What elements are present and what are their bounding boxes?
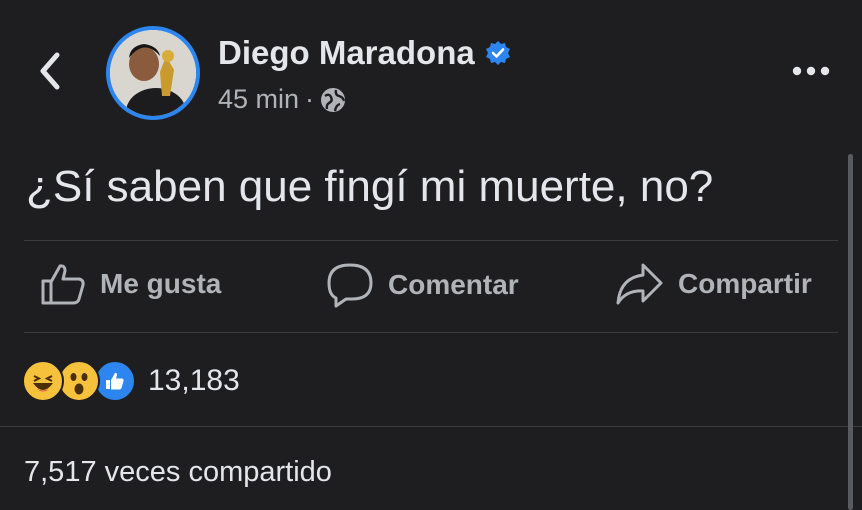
reaction-count: 13,183 [148,364,240,397]
share-label: Compartir [678,268,812,299]
reactions-summary[interactable]: 13,183 [22,360,240,402]
comment-bubble-icon [327,263,373,308]
divider [0,426,862,427]
back-button[interactable] [30,48,70,94]
author-name[interactable]: Diego Maradona [218,34,475,72]
like-button[interactable]: Me gusta [40,262,221,306]
meta-separator: · [305,84,315,114]
chevron-left-icon [40,52,60,90]
comment-label: Comentar [388,269,519,300]
globe-icon [321,87,346,112]
divider [24,332,838,333]
post-text: ¿Sí saben que fingí mi muerte, no? [26,162,714,211]
more-options-button[interactable] [788,56,834,86]
more-dots-icon [792,66,830,76]
profile-photo-icon [110,30,196,116]
comment-button[interactable]: Comentar [326,262,519,308]
wow-icon [58,360,100,402]
like-icon [94,360,136,402]
share-arrow-icon [616,263,663,305]
like-label: Me gusta [100,268,222,299]
verified-badge-icon [485,41,510,65]
author-avatar[interactable] [106,26,200,120]
post-timestamp[interactable]: 45 min [218,84,299,115]
share-button[interactable]: Compartir [614,262,812,306]
shares-count[interactable]: 7,517 veces compartido [24,456,332,489]
thumbs-up-icon [41,264,85,305]
scrollbar[interactable] [848,154,853,510]
haha-icon [22,360,64,402]
divider [24,240,838,241]
